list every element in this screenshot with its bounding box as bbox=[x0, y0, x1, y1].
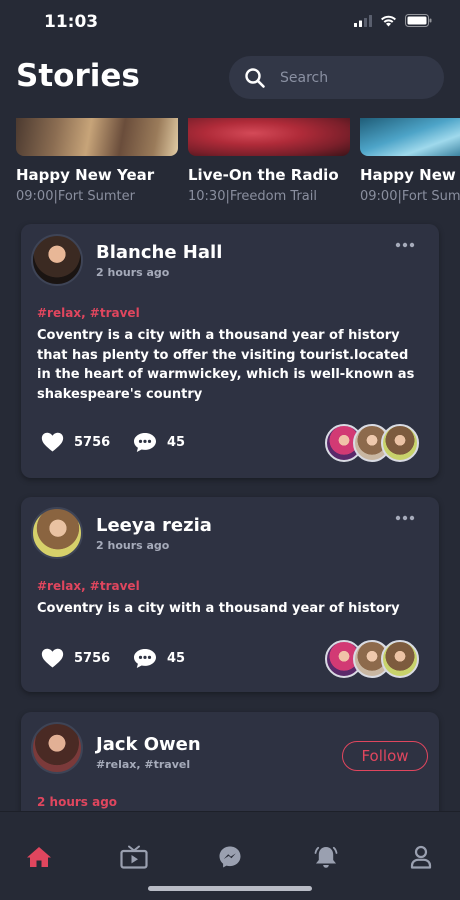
messenger-icon bbox=[219, 846, 241, 868]
comment-button[interactable]: 45 bbox=[133, 648, 185, 669]
home-icon bbox=[27, 847, 51, 867]
profile-icon bbox=[410, 845, 432, 869]
liker-avatar[interactable] bbox=[381, 640, 419, 678]
post-time: 2 hours ago bbox=[37, 795, 118, 809]
like-count: 5756 bbox=[74, 434, 111, 450]
status-time: 11:03 bbox=[44, 12, 99, 32]
follow-button[interactable]: Follow bbox=[342, 741, 428, 771]
signal-icon bbox=[354, 14, 372, 27]
post-time: 2 hours ago bbox=[96, 266, 170, 279]
like-count: 5756 bbox=[74, 650, 111, 666]
post-text: Coventry is a city with a thousand year … bbox=[37, 601, 400, 616]
nav-tv[interactable] bbox=[120, 844, 148, 870]
like-button[interactable]: 5756 bbox=[41, 648, 110, 668]
post-text: Coventry is a city with a thousand year … bbox=[37, 328, 415, 402]
comment-button[interactable]: 45 bbox=[133, 432, 185, 453]
story-item[interactable]: Happy New Year 09:00|Fort Sumter bbox=[360, 118, 460, 204]
search-input[interactable] bbox=[280, 69, 430, 86]
post-tags-subtitle: #relax, #travel bbox=[96, 758, 191, 771]
heart-icon bbox=[41, 648, 64, 668]
nav-profile[interactable] bbox=[407, 844, 435, 870]
story-meta: 09:00|Fort Sumter bbox=[16, 189, 135, 204]
post-tags[interactable]: #relax, #travel bbox=[37, 579, 140, 593]
liked-by-avatars[interactable] bbox=[325, 640, 423, 678]
story-thumbnail[interactable] bbox=[188, 118, 350, 156]
post-author-name[interactable]: Blanche Hall bbox=[96, 242, 222, 263]
avatar[interactable] bbox=[31, 234, 83, 286]
post-tags[interactable]: #relax, #travel bbox=[37, 306, 140, 320]
status-icons bbox=[354, 14, 432, 27]
more-options-icon[interactable] bbox=[395, 242, 415, 248]
wifi-icon bbox=[381, 15, 396, 26]
page-title: Stories bbox=[16, 58, 140, 94]
liked-by-avatars[interactable] bbox=[325, 424, 423, 462]
avatar[interactable] bbox=[31, 507, 83, 559]
story-title: Happy New Year bbox=[360, 166, 460, 184]
nav-notifications[interactable] bbox=[312, 844, 340, 870]
story-item[interactable]: Live-On the Radio 10:30|Freedom Trail bbox=[188, 118, 350, 204]
search-icon bbox=[245, 67, 265, 88]
story-meta: 09:00|Fort Sumter bbox=[360, 189, 460, 204]
story-title: Live-On the Radio bbox=[188, 166, 339, 184]
more-options-icon[interactable] bbox=[395, 515, 415, 521]
story-title: Happy New Year bbox=[16, 166, 155, 184]
liker-avatar[interactable] bbox=[381, 424, 419, 462]
status-bar: 11:03 bbox=[0, 0, 460, 44]
post-card: Leeya rezia 2 hours ago #relax, #travel … bbox=[21, 497, 439, 692]
battery-icon bbox=[405, 14, 432, 27]
story-thumbnail[interactable] bbox=[16, 118, 178, 156]
post-author-name[interactable]: Jack Owen bbox=[96, 734, 201, 755]
stories-row: Happy New Year 09:00|Fort Sumter Live-On… bbox=[16, 118, 460, 210]
post-time: 2 hours ago bbox=[96, 539, 170, 552]
comment-icon bbox=[134, 433, 156, 452]
tv-icon bbox=[120, 845, 148, 869]
comment-count: 45 bbox=[167, 435, 186, 450]
heart-icon bbox=[41, 432, 64, 452]
post-card: Blanche Hall 2 hours ago #relax, #travel… bbox=[21, 224, 439, 478]
like-button[interactable]: 5756 bbox=[41, 432, 110, 452]
comment-count: 45 bbox=[167, 651, 186, 666]
story-meta: 10:30|Freedom Trail bbox=[188, 189, 317, 204]
story-thumbnail[interactable] bbox=[360, 118, 460, 156]
story-item[interactable]: Happy New Year 09:00|Fort Sumter bbox=[16, 118, 178, 204]
comment-icon bbox=[134, 649, 156, 668]
home-indicator bbox=[148, 886, 312, 891]
nav-messenger[interactable] bbox=[216, 844, 244, 870]
search-box[interactable] bbox=[229, 56, 444, 99]
post-author-name[interactable]: Leeya rezia bbox=[96, 515, 212, 536]
avatar[interactable] bbox=[31, 722, 83, 774]
nav-home[interactable] bbox=[25, 844, 53, 870]
bell-icon bbox=[314, 846, 338, 868]
